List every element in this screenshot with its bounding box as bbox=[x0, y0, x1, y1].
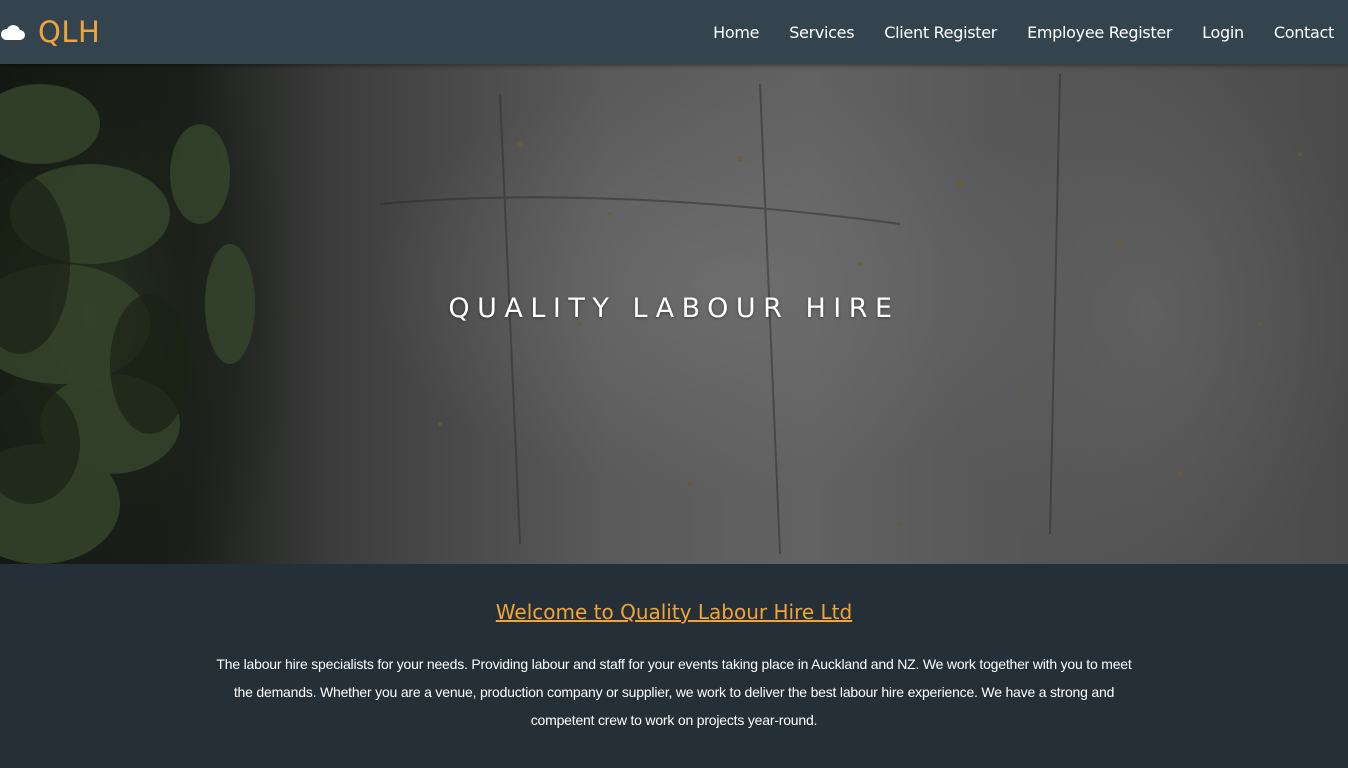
brand-name[interactable]: QLH bbox=[38, 15, 100, 49]
hero-banner: QUALITY LABOUR HIRE bbox=[0, 64, 1348, 564]
nav-client-register[interactable]: Client Register bbox=[869, 23, 997, 42]
nav-employee-register[interactable]: Employee Register bbox=[1012, 23, 1172, 42]
hero-title: QUALITY LABOUR HIRE bbox=[448, 293, 900, 324]
welcome-paragraph: The labour hire specialists for your nee… bbox=[216, 656, 1132, 728]
brand[interactable]: QLH bbox=[0, 0, 100, 64]
nav-contact[interactable]: Contact bbox=[1259, 23, 1334, 42]
main-nav: Home Services Client Register Employee R… bbox=[698, 0, 1348, 64]
welcome-heading-link[interactable]: Welcome to Quality Labour Hire Ltd bbox=[0, 600, 1348, 624]
navbar: QLH Home Services Client Register Employ… bbox=[0, 0, 1348, 64]
nav-home[interactable]: Home bbox=[698, 23, 759, 42]
nav-services[interactable]: Services bbox=[774, 23, 854, 42]
welcome-section: Welcome to Quality Labour Hire Ltd The l… bbox=[0, 564, 1348, 768]
cloud-icon bbox=[0, 22, 26, 42]
nav-login[interactable]: Login bbox=[1187, 23, 1244, 42]
